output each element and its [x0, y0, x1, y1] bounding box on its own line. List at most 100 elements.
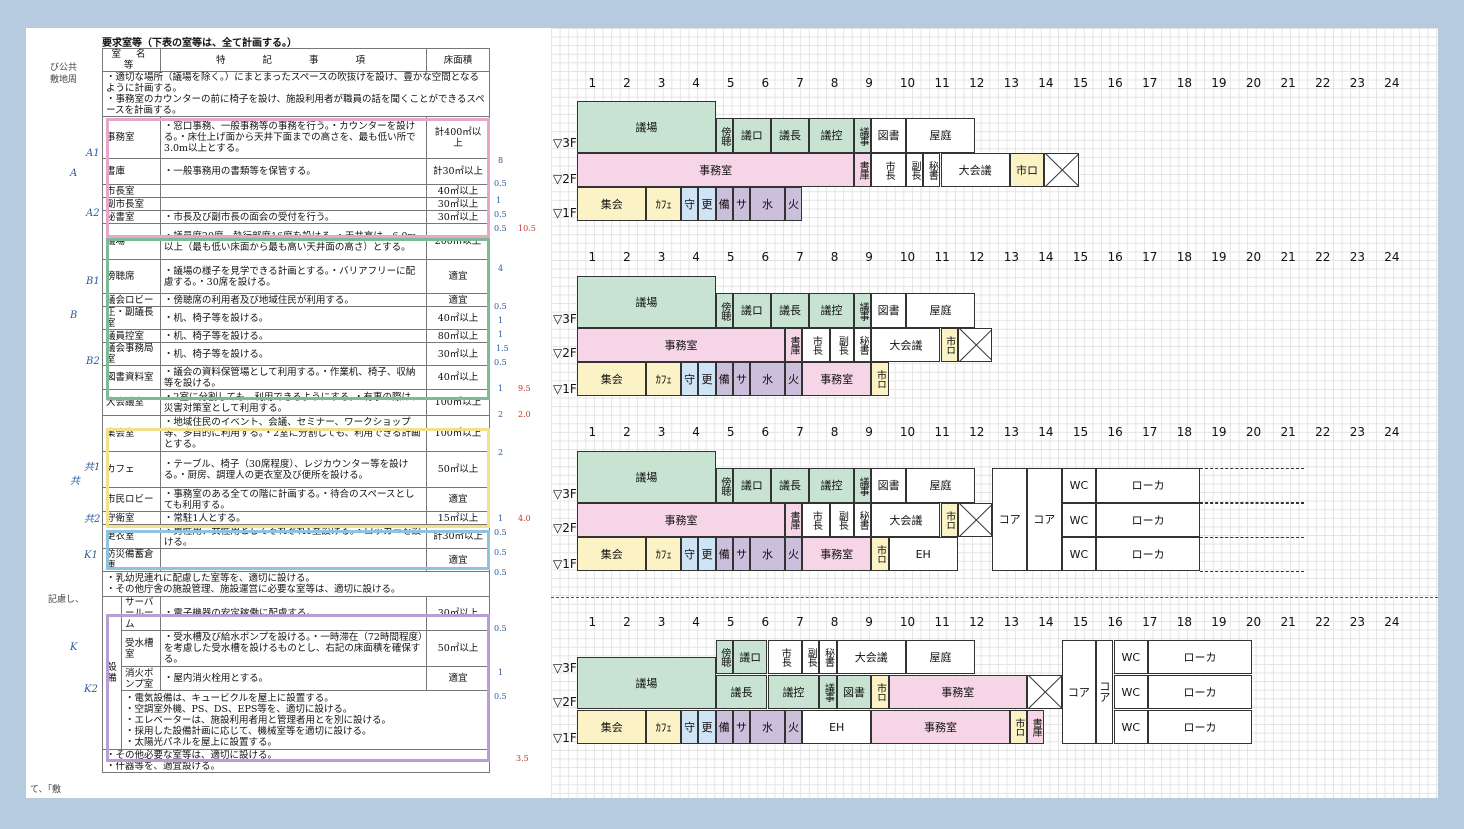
- room-block: 図書: [871, 293, 906, 328]
- room-block: 守: [681, 537, 699, 571]
- column-number: 19: [1211, 76, 1227, 90]
- room-block: 大会議: [871, 503, 941, 537]
- requirements-title: 要求室等（下表の室等は、全て計画する。）: [102, 38, 297, 49]
- floor-label-3f: ▽3F: [553, 136, 577, 150]
- column-number: 20: [1245, 615, 1262, 629]
- room-block: 火: [784, 710, 803, 744]
- column-number: 7: [796, 76, 804, 90]
- column-number: 15: [1072, 425, 1089, 439]
- column-number: 3: [657, 615, 666, 629]
- floor-label-3f: ▽3F: [553, 661, 577, 675]
- room-block: WC: [1061, 468, 1097, 503]
- floor-label-1f: ▽1F: [553, 206, 577, 220]
- group-label: A: [70, 168, 78, 179]
- column-number: 8: [830, 250, 839, 264]
- group-label: B1: [86, 276, 100, 287]
- room-block: 屋庭: [905, 293, 976, 328]
- column-number: 17: [1142, 425, 1158, 439]
- group-label: A1: [86, 148, 100, 159]
- margin-total: 2.0: [518, 410, 531, 419]
- void-block: [957, 503, 993, 537]
- column-number: 13: [1003, 615, 1019, 629]
- misc-line: ・その他庁舎の施設管理、施設運営に必要な室等は、適切に設ける。: [106, 584, 401, 595]
- column-number: 3: [657, 425, 666, 439]
- column-number: 9: [865, 615, 873, 629]
- margin-total: 3.5: [516, 754, 529, 763]
- room-block: コア: [1061, 640, 1097, 744]
- room-block: 更: [698, 537, 716, 571]
- room-block: 書庫: [854, 153, 872, 187]
- cross-icon: [1028, 675, 1061, 709]
- room-block: 書庫: [784, 328, 803, 362]
- column-number: 11: [934, 76, 950, 90]
- column-number: 2: [623, 615, 631, 629]
- intro-line: ・適切な場所（議場を除く。）にまとまったスペースの吹抜けを設け、豊かな空間となる…: [106, 72, 479, 94]
- floor-label-1f: ▽1F: [553, 731, 577, 745]
- room-block: WC: [1061, 503, 1097, 537]
- group-label: 共2: [84, 514, 101, 525]
- dashed-extension: [1200, 468, 1304, 469]
- margin-number: 0.5: [494, 548, 507, 557]
- room-block: 議事: [819, 675, 837, 709]
- room-block: 集会: [577, 710, 647, 744]
- room-block: 議場: [577, 657, 716, 709]
- dashed-extension: [1200, 503, 1304, 504]
- margin-number: 0.5: [494, 358, 507, 367]
- group-band-b: [106, 238, 490, 400]
- column-number: 21: [1280, 250, 1296, 264]
- column-number: 7: [796, 425, 804, 439]
- column-number: 21: [1280, 76, 1296, 90]
- room-block: コア: [1096, 640, 1114, 744]
- room-block: 議控: [767, 675, 820, 709]
- column-number: 23: [1349, 250, 1365, 264]
- room-block: 秘書: [923, 153, 941, 187]
- room-block: 市ロ: [1009, 710, 1027, 744]
- column-number: 1: [588, 250, 597, 264]
- room-block: 秘書: [854, 503, 872, 537]
- room-block: 議場: [577, 451, 716, 503]
- column-number: 17: [1142, 76, 1158, 90]
- column-number: 17: [1142, 615, 1158, 629]
- column-number: 11: [934, 250, 950, 264]
- room-block: 議事: [854, 293, 872, 328]
- room-block: ローカ: [1096, 503, 1200, 537]
- room-block: WC: [1113, 710, 1149, 744]
- margin-number: 4: [498, 264, 504, 273]
- void-block: [1044, 153, 1079, 187]
- column-number: 22: [1315, 76, 1331, 90]
- margin-total: 4.0: [518, 514, 531, 523]
- room-block: コア: [1027, 468, 1062, 571]
- column-number: 20: [1245, 76, 1262, 90]
- column-number: 20: [1245, 425, 1262, 439]
- margin-number: 0.5: [494, 210, 507, 219]
- column-number: 8: [830, 425, 839, 439]
- room-block: 書庫: [1027, 710, 1045, 744]
- column-number: 4: [692, 425, 700, 439]
- requirements-panel: び公共 敷地周 記慮し、 て、「敷 要求室等（下表の室等は、全て計画する。） 室…: [26, 28, 546, 798]
- room-block: 副長: [829, 503, 854, 537]
- column-number: 24: [1384, 250, 1400, 264]
- room-block: 議控: [809, 468, 854, 503]
- column-number: 23: [1349, 425, 1365, 439]
- room-block: ｶﾌｪ: [646, 537, 681, 571]
- column-number: 2: [623, 76, 631, 90]
- column-number: 11: [934, 615, 950, 629]
- column-number: 15: [1072, 76, 1089, 90]
- room-block: ローカ: [1096, 537, 1200, 571]
- footer-line: ・什器等を、適宜設ける。: [106, 761, 221, 772]
- column-number: 24: [1384, 76, 1400, 90]
- room-block: 傍聴: [715, 640, 733, 674]
- column-number: 23: [1349, 615, 1365, 629]
- column-number: 24: [1384, 615, 1400, 629]
- group-band-k1: [106, 530, 490, 570]
- room-block: 備: [715, 710, 733, 744]
- room-block: 更: [698, 187, 716, 221]
- cross-icon: [1045, 153, 1078, 187]
- column-number: 8: [830, 615, 839, 629]
- column-number: 9: [865, 76, 873, 90]
- room-block: 議ロ: [732, 293, 771, 328]
- room-block: 事務室: [577, 328, 785, 362]
- floor-label-2f: ▽2F: [553, 521, 577, 535]
- column-number: 6: [761, 76, 770, 90]
- group-band-k2: [106, 614, 490, 762]
